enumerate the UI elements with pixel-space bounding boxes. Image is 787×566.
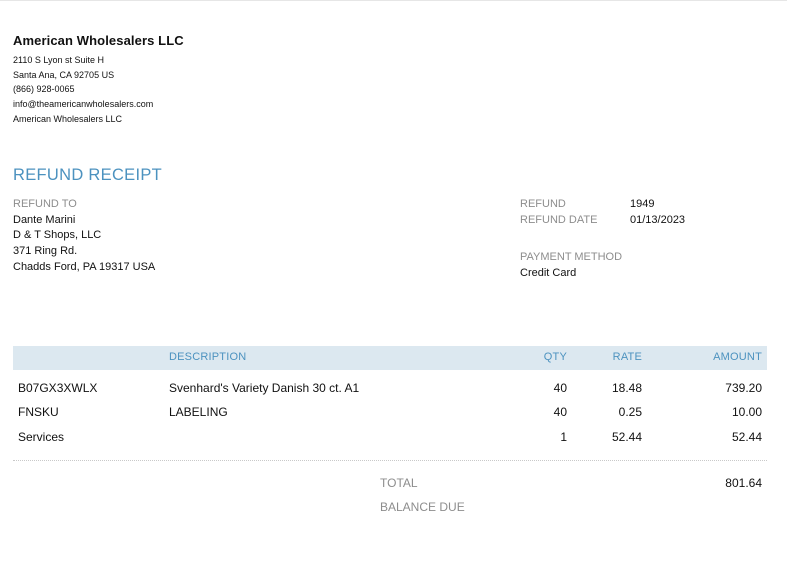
receipt-meta: REFUND 1949 REFUND DATE 01/13/2023 PAYME… bbox=[520, 197, 685, 281]
row-sku: FNSKU bbox=[18, 405, 59, 419]
refund-number-value: 1949 bbox=[630, 198, 655, 211]
row-rate: 52.44 bbox=[611, 430, 642, 444]
payment-method-block: PAYMENT METHOD Credit Card bbox=[520, 250, 685, 281]
table-row: Services 1 52.44 52.44 bbox=[13, 430, 767, 450]
refund-to-block: REFUND TO Dante Marini D & T Shops, LLC … bbox=[13, 197, 155, 276]
row-rate: 18.48 bbox=[611, 381, 642, 395]
refund-date-row: REFUND DATE 01/13/2023 bbox=[520, 213, 685, 229]
top-border bbox=[0, 0, 787, 1]
row-rate: 0.25 bbox=[618, 405, 642, 419]
refund-to-label: REFUND TO bbox=[13, 198, 77, 210]
header-description: DESCRIPTION bbox=[169, 351, 247, 363]
customer-name: Dante Marini bbox=[13, 213, 76, 226]
company-name: American Wholesalers LLC bbox=[13, 33, 184, 48]
company-address-line-1: 2110 S Lyon st Suite H bbox=[13, 55, 105, 65]
header-amount: AMOUNT bbox=[713, 351, 762, 363]
header-qty: QTY bbox=[543, 351, 567, 363]
refund-number-row: REFUND 1949 bbox=[520, 197, 685, 213]
customer-company: D & T Shops, LLC bbox=[13, 229, 102, 242]
total-value: 801.64 bbox=[725, 476, 762, 490]
row-sku: B07GX3XWLX bbox=[18, 381, 98, 395]
payment-method-label: PAYMENT METHOD bbox=[520, 251, 623, 263]
row-amount: 739.20 bbox=[725, 381, 762, 395]
company-website: American Wholesalers LLC bbox=[13, 113, 123, 124]
company-phone: (866) 928-0065 bbox=[13, 84, 75, 95]
row-qty: 1 bbox=[560, 430, 567, 444]
table-row: B07GX3XWLX Svenhard's Variety Danish 30 … bbox=[13, 381, 767, 401]
row-qty: 40 bbox=[553, 405, 567, 419]
table-header: DESCRIPTION QTY RATE AMOUNT bbox=[13, 346, 767, 370]
row-description: LABELING bbox=[169, 405, 228, 419]
refund-number-label: REFUND bbox=[520, 198, 566, 211]
row-sku: Services bbox=[18, 430, 65, 444]
header-rate: RATE bbox=[612, 351, 642, 363]
total-label: TOTAL bbox=[380, 476, 418, 490]
customer-city: Chadds Ford, PA 19317 USA bbox=[13, 260, 156, 273]
company-info: American Wholesalers LLC 2110 S Lyon st … bbox=[13, 33, 184, 127]
refund-date-label: REFUND DATE bbox=[520, 214, 598, 227]
row-qty: 40 bbox=[553, 381, 567, 395]
row-description: Svenhard's Variety Danish 30 ct. A1 bbox=[169, 381, 360, 395]
company-email: info@theamericanwholesalers.com bbox=[13, 99, 154, 110]
row-amount: 52.44 bbox=[731, 430, 762, 444]
refund-date-value: 01/13/2023 bbox=[630, 214, 686, 227]
customer-street: 371 Ring Rd. bbox=[13, 245, 78, 258]
table-row: FNSKU LABELING 40 0.25 10.00 bbox=[13, 405, 767, 425]
page-title: REFUND RECEIPT bbox=[13, 166, 163, 184]
row-amount: 10.00 bbox=[731, 405, 762, 419]
totals-divider bbox=[13, 460, 767, 461]
balance-due-label: BALANCE DUE bbox=[380, 500, 465, 514]
company-address-line-2: Santa Ana, CA 92705 US bbox=[13, 69, 115, 80]
payment-method-value: Credit Card bbox=[520, 266, 577, 279]
